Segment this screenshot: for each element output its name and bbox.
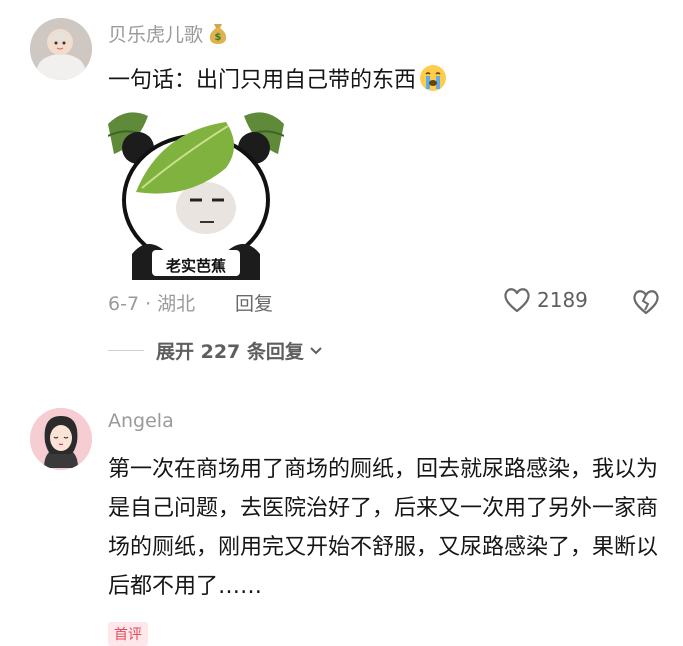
expand-replies-label: 展开 227 条回复 — [156, 341, 304, 363]
username[interactable]: 贝乐虎儿歌 $ — [108, 20, 229, 47]
user-avatar[interactable] — [30, 18, 92, 80]
expand-replies-button[interactable]: 展开 227 条回复 — [108, 337, 323, 364]
first-review-badge: 首评 — [108, 622, 148, 646]
comment-date-location: 6-7 · 湖北 — [108, 293, 196, 315]
money-bag-icon: $ — [207, 21, 229, 45]
heart-icon — [504, 288, 530, 313]
broken-heart-icon[interactable] — [632, 288, 660, 316]
user-avatar[interactable] — [30, 408, 92, 470]
username[interactable]: Angela — [108, 410, 174, 432]
like-count: 2189 — [537, 288, 588, 312]
reply-button[interactable]: 回复 — [235, 289, 273, 316]
divider-line — [108, 350, 144, 351]
comment-text: 一句话：出门只用自己带的东西 — [108, 62, 448, 94]
banana-meme-sticker[interactable]: 老实芭蕉 — [107, 104, 285, 280]
sticker-caption: 老实芭蕉 — [165, 257, 226, 275]
svg-text:$: $ — [215, 32, 222, 43]
comment-text: 第一次在商场用了商场的厕纸，回去就尿路感染，我以为是自己问题，去医院治好了，后来… — [108, 457, 659, 599]
crying-face-icon — [418, 63, 448, 93]
chevron-down-icon — [310, 346, 322, 354]
like-button[interactable]: 2189 — [503, 287, 588, 313]
